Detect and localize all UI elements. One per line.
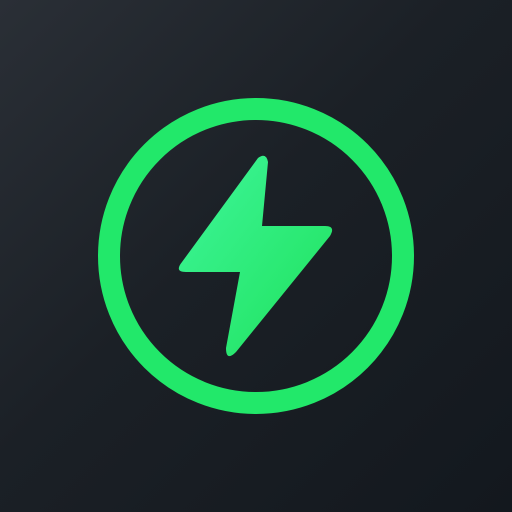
lightning-bolt-icon [178, 155, 333, 357]
lightning-circle-icon [98, 98, 414, 414]
app-icon [0, 0, 512, 512]
